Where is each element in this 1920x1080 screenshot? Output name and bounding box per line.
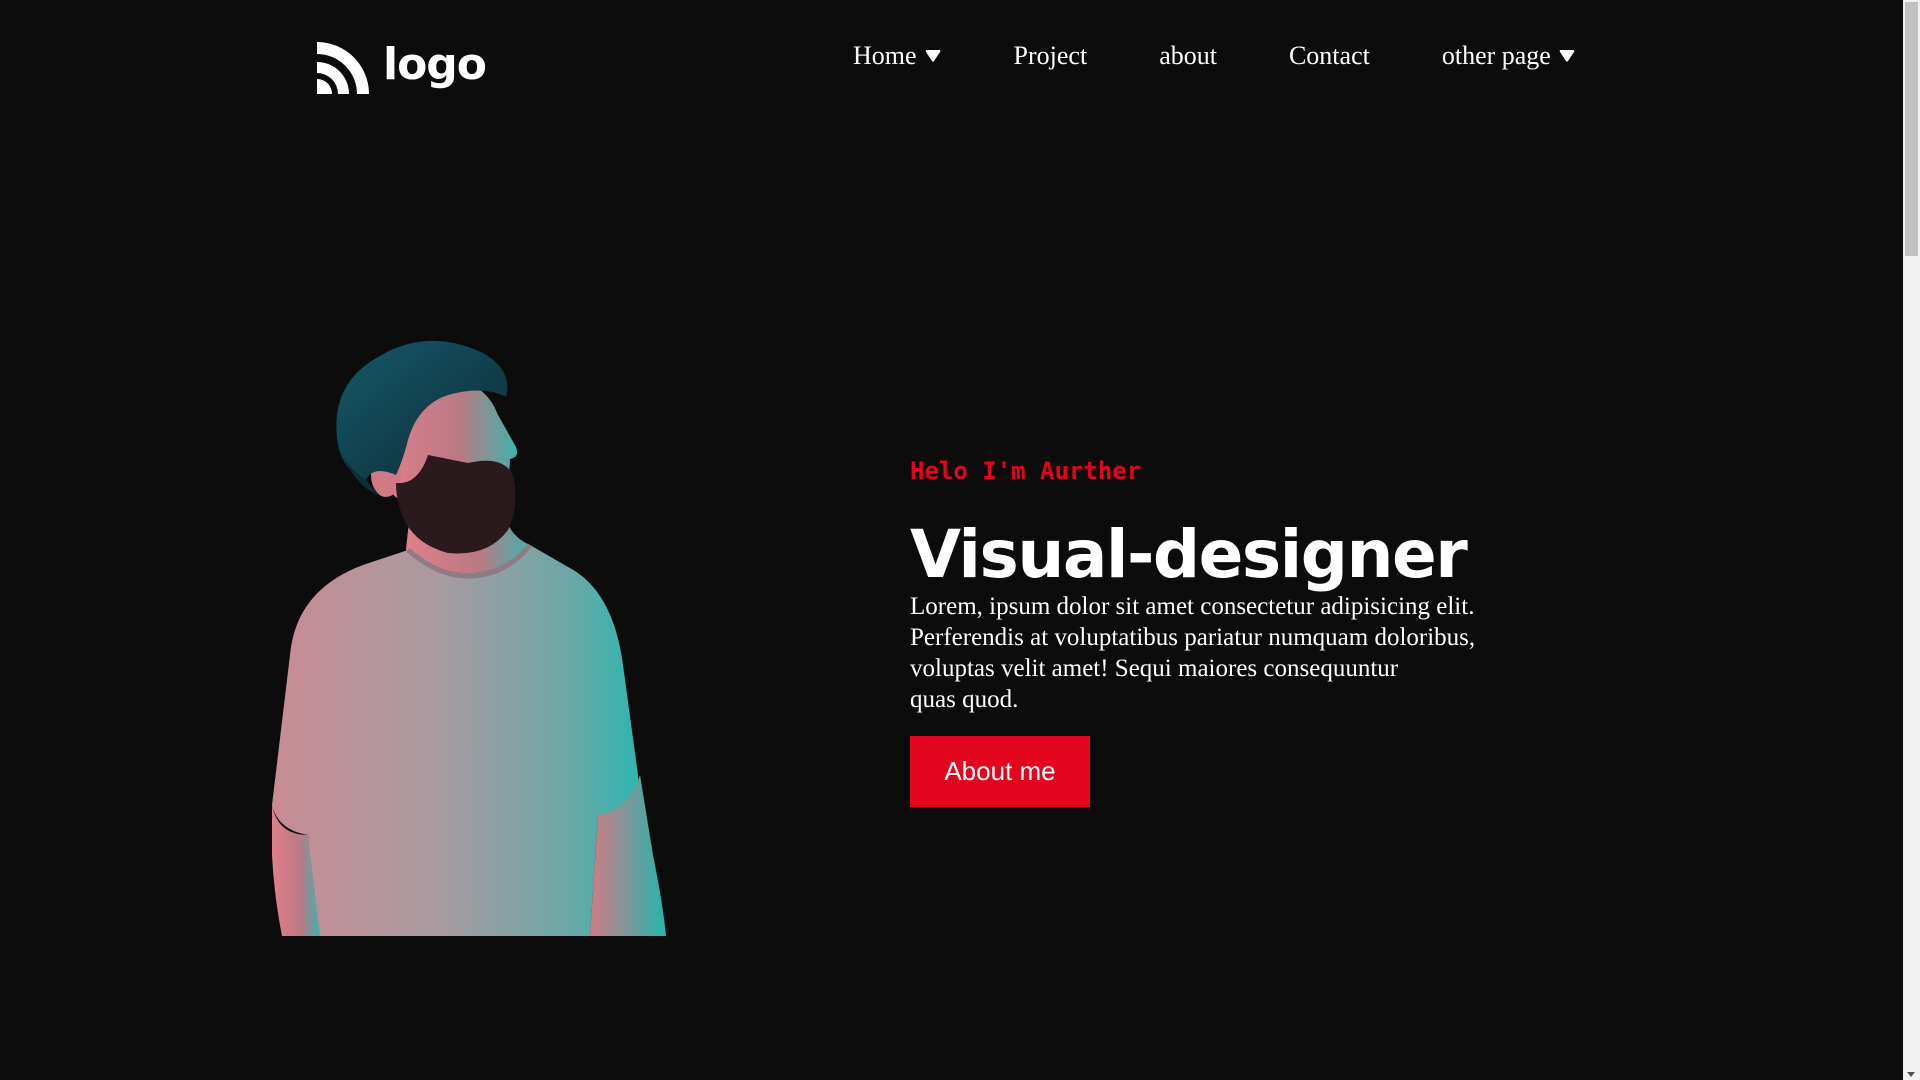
- site-logo[interactable]: logo: [311, 38, 487, 96]
- nav-item-label: about: [1159, 41, 1217, 70]
- main-nav: Home Project about Contact other page: [853, 38, 1576, 74]
- nav-item-other-page[interactable]: other page: [1442, 41, 1576, 71]
- hero-title: Visual-designer: [910, 516, 1468, 593]
- hero-portrait-image: [268, 335, 720, 936]
- page: logo Home Project about Contact other pa…: [0, 0, 1920, 1080]
- nav-item-contact[interactable]: Contact: [1289, 41, 1370, 71]
- description-line: voluptas velit amet! Sequi maiores conse…: [910, 655, 1399, 682]
- scrollbar-thumb[interactable]: [1905, 2, 1918, 256]
- nav-item-about[interactable]: about: [1159, 41, 1217, 71]
- logo-text: logo: [383, 39, 487, 90]
- nav-item-label: Home: [853, 41, 917, 70]
- nav-item-label: other page: [1441, 41, 1551, 70]
- hero-greeting: Helo I'm Aurther: [910, 457, 1142, 485]
- nav-item-label: Contact: [1288, 41, 1370, 70]
- about-me-button[interactable]: About me: [910, 736, 1090, 807]
- portrait-illustration: [272, 340, 666, 936]
- nav-item-home[interactable]: Home: [853, 41, 942, 71]
- vertical-scrollbar[interactable]: [1903, 0, 1920, 1080]
- description-line: Perferendis at voluptatibus pariatur num…: [910, 624, 1476, 651]
- logo-icon: [317, 42, 369, 94]
- caret-down-icon: [925, 50, 940, 62]
- hero-description: Lorem, ipsum dolor sit amet consectetur …: [910, 591, 1530, 715]
- scroll-down-arrow-icon[interactable]: [1907, 1072, 1915, 1077]
- nav-item-label: Project: [1013, 41, 1088, 70]
- hero-content: Helo I'm Aurther Visual-designer Lorem, …: [910, 455, 1550, 807]
- nav-item-project[interactable]: Project: [1014, 41, 1088, 71]
- caret-down-icon: [1559, 50, 1575, 62]
- description-line: Lorem, ipsum dolor sit amet consectetur …: [910, 593, 1475, 620]
- description-line: quas quod.: [910, 686, 1019, 713]
